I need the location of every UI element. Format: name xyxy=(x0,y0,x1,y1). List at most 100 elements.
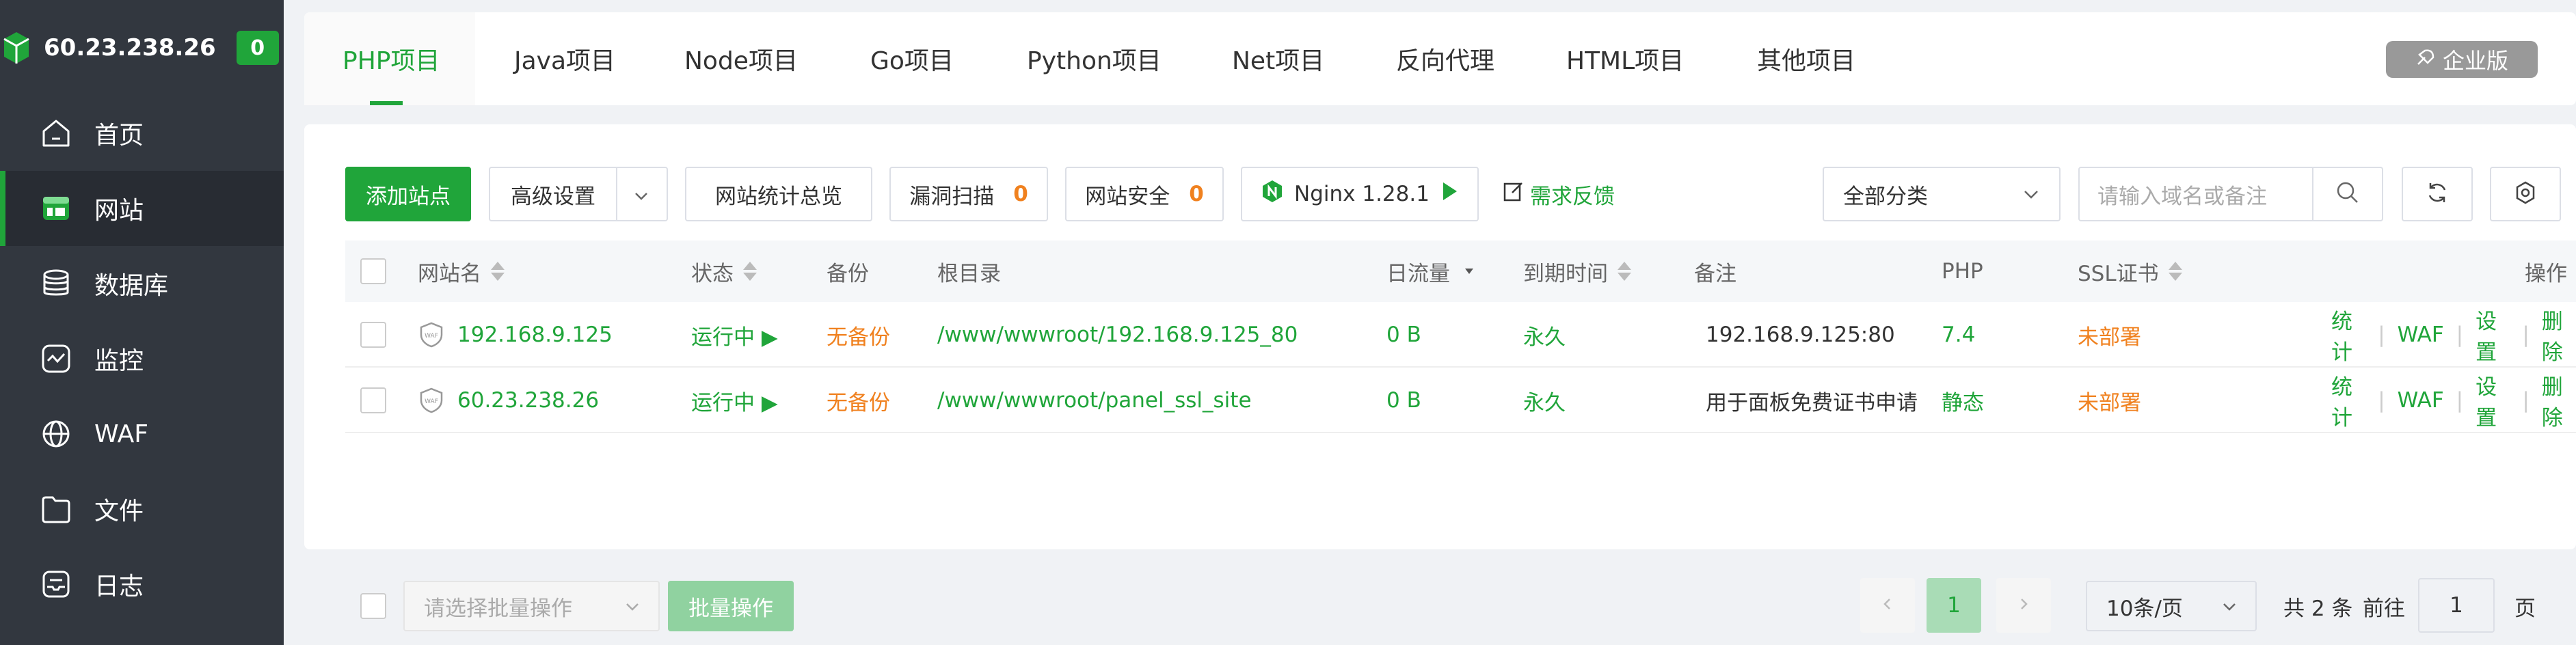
col-name[interactable]: 网站名 xyxy=(418,241,505,302)
stats-link[interactable]: 统计 xyxy=(2331,370,2365,431)
waf-link[interactable]: WAF xyxy=(2398,322,2444,347)
database-icon xyxy=(38,266,74,301)
expire-cell[interactable]: 永久 xyxy=(1523,368,1566,433)
page-size-value: 10条/页 xyxy=(2106,596,2183,621)
site-name-cell[interactable]: WAF 192.168.9.125 xyxy=(418,302,613,368)
sidebar-item-logs[interactable]: 日志 xyxy=(0,547,284,622)
enterprise-label: 企业版 xyxy=(2442,48,2508,74)
sidebar: 60.23.238.26 0 首页 网站 数据库 监控 WAF 文件 日志 xyxy=(0,0,284,645)
add-site-button[interactable]: 添加站点 xyxy=(345,167,471,221)
feedback-link[interactable]: 需求反馈 xyxy=(1503,167,1615,221)
home-icon xyxy=(38,115,74,151)
next-page-button[interactable] xyxy=(1996,578,2051,633)
sidebar-item-monitor[interactable]: 监控 xyxy=(0,321,284,396)
sidebar-item-home[interactable]: 首页 xyxy=(0,96,284,171)
traffic-cell[interactable]: 0 B xyxy=(1386,302,1421,368)
tab-reverse-proxy[interactable]: 反向代理 xyxy=(1396,12,1494,105)
advanced-settings-label: 高级设置 xyxy=(511,184,595,209)
ssl-cell[interactable]: 未部署 xyxy=(2078,368,2141,433)
delete-link[interactable]: 删除 xyxy=(2542,304,2576,366)
advanced-settings-dropdown[interactable]: 高级设置 xyxy=(489,167,668,221)
tab-net[interactable]: Net项目 xyxy=(1232,12,1324,105)
tab-html[interactable]: HTML项目 xyxy=(1566,12,1684,105)
table-header: 网站名 状态 备份 根目录 日流量 到期时间 备注 PHP SSL证书 操作 xyxy=(345,241,2576,302)
root-dir-cell[interactable]: /www/wwwroot/192.168.9.125_80 xyxy=(937,302,1298,368)
sidebar-item-files[interactable]: 文件 xyxy=(0,471,284,547)
search-placeholder: 请输入域名或备注 xyxy=(2097,184,2267,209)
col-ops: 操作 xyxy=(2525,261,2567,286)
svg-text:WAF: WAF xyxy=(425,333,438,340)
search-input[interactable]: 请输入域名或备注 xyxy=(2078,167,2313,221)
backup-cell[interactable]: 无备份 xyxy=(827,368,890,433)
select-all-checkbox[interactable] xyxy=(360,258,386,284)
chevron-down-icon xyxy=(2021,184,2041,210)
stats-link[interactable]: 统计 xyxy=(2331,304,2365,366)
ssl-cell[interactable]: 未部署 xyxy=(2078,302,2141,368)
col-note: 备注 xyxy=(1694,261,1736,286)
nginx-button[interactable]: Nginx 1.28.1 xyxy=(1241,167,1479,221)
chevron-down-icon xyxy=(632,186,650,210)
project-tabs: PHP项目 Java项目 Node项目 Go项目 Python项目 Net项目 … xyxy=(304,12,2576,105)
note-cell[interactable]: 用于面板免费证书申请 xyxy=(1706,368,1924,433)
sidebar-item-waf[interactable]: WAF xyxy=(0,396,284,471)
tab-php[interactable]: PHP项目 xyxy=(343,12,440,105)
chevron-down-icon xyxy=(623,597,642,622)
goto-page-input[interactable]: 1 xyxy=(2418,578,2495,633)
sidebar-item-label: WAF xyxy=(94,420,148,448)
php-cell[interactable]: 静态 xyxy=(1942,368,1984,433)
tab-java[interactable]: Java项目 xyxy=(514,12,615,105)
goto-suffix: 页 xyxy=(2514,596,2536,621)
batch-action-button[interactable]: 批量操作 xyxy=(668,581,794,631)
row-checkbox[interactable] xyxy=(360,387,386,413)
sidebar-item-label: 数据库 xyxy=(94,272,169,300)
server-logo-icon xyxy=(0,28,33,68)
backup-cell[interactable]: 无备份 xyxy=(827,302,890,368)
col-ssl[interactable]: SSL证书 xyxy=(2078,241,2182,302)
php-cell[interactable]: 7.4 xyxy=(1942,302,1975,368)
vuln-scan-button[interactable]: 漏洞扫描 0 xyxy=(889,167,1048,221)
prev-page-button[interactable] xyxy=(1860,578,1915,633)
page-size-select[interactable]: 10条/页 xyxy=(2086,581,2257,631)
sidebar-item-database[interactable]: 数据库 xyxy=(0,246,284,321)
site-security-button[interactable]: 网站安全 0 xyxy=(1065,167,1224,221)
settings-link[interactable]: 设置 xyxy=(2476,304,2510,366)
note-cell[interactable]: 192.168.9.125:80 xyxy=(1706,302,1924,368)
page-number-current[interactable]: 1 xyxy=(1927,578,1981,633)
batch-action-select[interactable]: 请选择批量操作 xyxy=(403,581,660,631)
refresh-button[interactable] xyxy=(2402,167,2473,221)
tab-python[interactable]: Python项目 xyxy=(1027,12,1162,105)
settings-link[interactable]: 设置 xyxy=(2476,370,2510,431)
col-status[interactable]: 状态 xyxy=(691,241,757,302)
footer-select-all-checkbox[interactable] xyxy=(360,593,386,619)
status-cell[interactable]: 运行中 ▶ xyxy=(691,368,778,433)
site-name-cell[interactable]: WAF 60.23.238.26 xyxy=(418,368,599,433)
waf-globe-icon xyxy=(38,416,74,452)
tab-other[interactable]: 其他项目 xyxy=(1757,12,1855,105)
log-icon xyxy=(38,566,74,602)
search-button[interactable] xyxy=(2312,167,2383,221)
expire-cell[interactable]: 永久 xyxy=(1523,302,1566,368)
status-cell[interactable]: 运行中 ▶ xyxy=(691,302,778,368)
tab-node[interactable]: Node项目 xyxy=(684,12,798,105)
col-backup: 备份 xyxy=(827,261,869,286)
gear-icon xyxy=(2513,180,2538,208)
site-stats-overview-button[interactable]: 网站统计总览 xyxy=(685,167,872,221)
col-traffic[interactable]: 日流量 xyxy=(1386,241,1473,302)
waf-link[interactable]: WAF xyxy=(2398,388,2444,413)
row-checkbox[interactable] xyxy=(360,322,386,348)
enterprise-button[interactable]: 企业版 xyxy=(2386,41,2538,78)
settings-button[interactable] xyxy=(2490,167,2561,221)
col-expire[interactable]: 到期时间 xyxy=(1523,241,1631,302)
root-dir-cell[interactable]: /www/wwwroot/panel_ssl_site xyxy=(937,368,1252,433)
site-name: 192.168.9.125 xyxy=(457,322,613,347)
vuln-scan-label: 漏洞扫描 xyxy=(909,184,995,209)
traffic-cell[interactable]: 0 B xyxy=(1386,368,1421,433)
site-name: 60.23.238.26 xyxy=(457,388,600,413)
server-ip[interactable]: 60.23.238.26 xyxy=(44,34,216,61)
goto-prefix: 前往 xyxy=(2363,596,2405,621)
tab-go[interactable]: Go项目 xyxy=(870,12,954,105)
category-select[interactable]: 全部分类 xyxy=(1823,167,2061,221)
delete-link[interactable]: 删除 xyxy=(2542,370,2576,431)
notification-badge[interactable]: 0 xyxy=(236,31,279,65)
sidebar-item-website[interactable]: 网站 xyxy=(0,171,284,246)
